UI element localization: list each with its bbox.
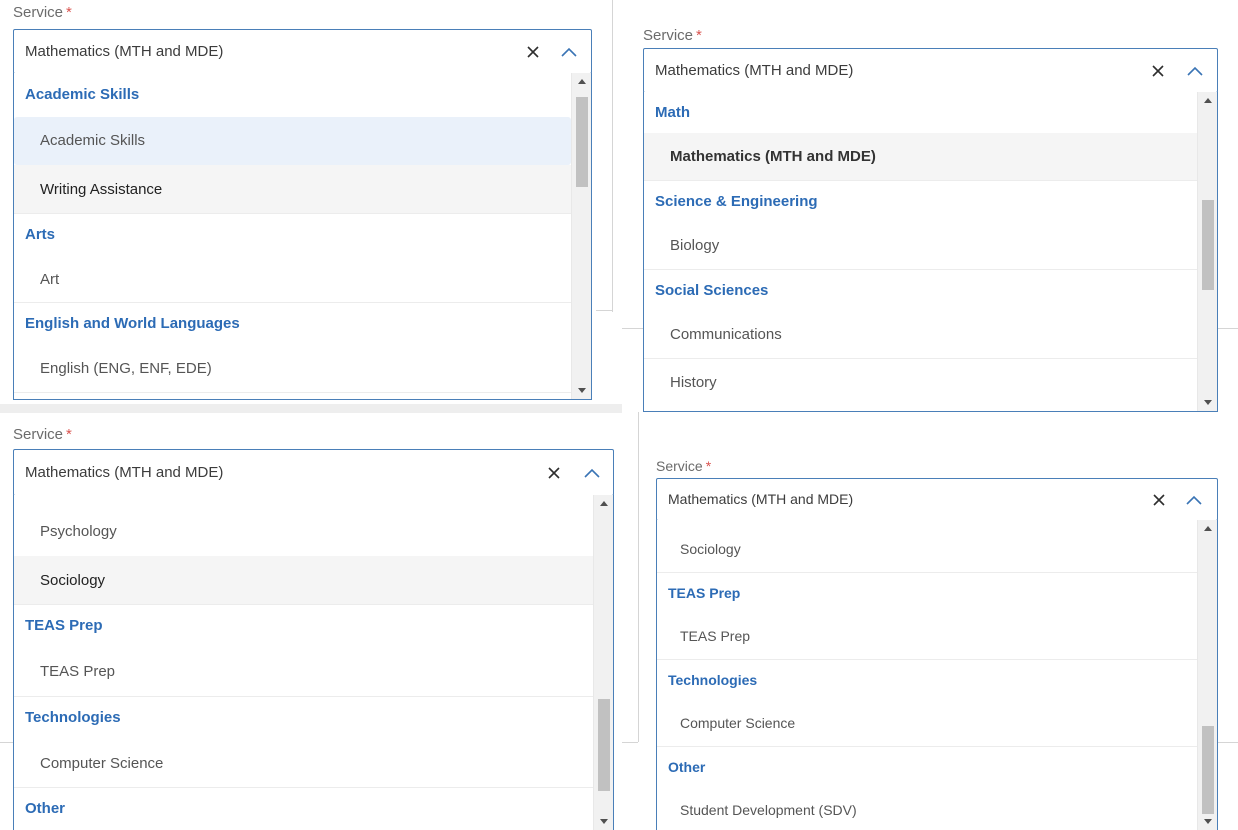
options-list: Math Mathematics (MTH and MDE) Science &… (644, 92, 1197, 407)
service-select-panel: Service * Mathematics (MTH and MDE) Acade… (13, 0, 592, 400)
selected-value: Mathematics (MTH and MDE) (668, 491, 854, 507)
service-label: Service * (13, 426, 72, 444)
option-group-heading: TEAS Prep (25, 617, 103, 634)
scrollbar-thumb[interactable] (598, 699, 610, 791)
option-group-heading: Other (668, 759, 706, 775)
option-item[interactable]: Academic Skills (14, 117, 571, 165)
option-item[interactable]: Communications (644, 311, 1197, 359)
service-select-panel: Service * Mathematics (MTH and MDE) Math … (643, 0, 1218, 412)
divider-line (0, 742, 14, 743)
service-select[interactable]: Mathematics (MTH and MDE) (656, 478, 1218, 521)
option-item[interactable]: Sociology (14, 556, 593, 605)
quadrant-gap (0, 404, 622, 413)
option-item[interactable]: Computer Science (657, 700, 1197, 747)
service-label: Service * (656, 457, 711, 475)
divider-line (622, 742, 638, 743)
option-group-heading: Arts (25, 226, 56, 243)
scrollbar[interactable] (593, 495, 613, 830)
service-label: Service * (13, 4, 72, 22)
close-icon[interactable] (1149, 49, 1167, 92)
option-item[interactable]: Sociology (657, 526, 1197, 573)
selected-value: Mathematics (MTH and MDE) (25, 43, 224, 60)
divider-line (596, 310, 612, 311)
scrollbar[interactable] (571, 73, 591, 399)
chevron-up-icon[interactable] (560, 30, 578, 73)
options-list: Psychology Sociology TEAS Prep TEAS Prep… (14, 507, 593, 830)
option-item[interactable]: Writing Assistance (14, 165, 571, 214)
options-list: Sociology TEAS Prep TEAS Prep Technologi… (657, 526, 1197, 830)
option-item[interactable]: Psychology (14, 507, 593, 556)
service-label-text: Service (13, 4, 64, 21)
option-group-heading: Academic Skills (25, 86, 140, 103)
option-group-heading: Social Sciences (655, 282, 769, 299)
close-icon[interactable] (524, 30, 542, 73)
scroll-down-arrow-icon[interactable] (1204, 819, 1212, 824)
service-label-text: Service (13, 426, 64, 443)
service-label-text: Service (656, 458, 703, 474)
service-select-panel: Service * Mathematics (MTH and MDE) Socio… (656, 413, 1218, 830)
option-item[interactable]: English (ENG, ENF, EDE) (14, 345, 571, 393)
scroll-up-arrow-icon[interactable] (578, 79, 586, 84)
option-item[interactable]: Computer Science (14, 739, 593, 788)
scroll-up-arrow-icon[interactable] (600, 501, 608, 506)
divider-line (638, 412, 639, 742)
options-list: Academic Skills Academic Skills Writing … (14, 73, 571, 393)
option-group-heading: Technologies (668, 672, 758, 688)
scrollbar[interactable] (1197, 92, 1217, 411)
options-dropdown: Sociology TEAS Prep TEAS Prep Technologi… (656, 520, 1218, 830)
scroll-down-arrow-icon[interactable] (600, 819, 608, 824)
option-item[interactable]: TEAS Prep (14, 647, 593, 697)
required-indicator: * (66, 426, 72, 443)
scroll-down-arrow-icon[interactable] (1204, 400, 1212, 405)
service-label: Service * (643, 27, 702, 45)
scrollbar-thumb[interactable] (1202, 200, 1214, 290)
option-group-heading: TEAS Prep (668, 585, 741, 601)
option-group-heading: Technologies (25, 709, 121, 726)
scroll-up-arrow-icon[interactable] (1204, 98, 1212, 103)
option-item[interactable]: Art (14, 256, 571, 303)
options-dropdown: Math Mathematics (MTH and MDE) Science &… (643, 92, 1218, 412)
service-select[interactable]: Mathematics (MTH and MDE) (13, 29, 592, 74)
scrollbar-thumb[interactable] (576, 97, 588, 187)
service-label-text: Service (643, 27, 694, 44)
divider-line (612, 0, 613, 312)
required-indicator: * (696, 27, 702, 44)
chevron-up-icon[interactable] (583, 450, 601, 495)
divider-line (1218, 742, 1238, 743)
selected-value: Mathematics (MTH and MDE) (655, 62, 854, 79)
options-dropdown: Academic Skills Academic Skills Writing … (13, 73, 592, 400)
divider-line (1218, 328, 1238, 329)
service-select[interactable]: Mathematics (MTH and MDE) (643, 48, 1218, 93)
option-group-heading: English and World Languages (25, 315, 240, 332)
required-indicator: * (66, 4, 72, 21)
option-item[interactable]: TEAS Prep (657, 613, 1197, 660)
option-group-heading: Math (655, 104, 690, 121)
selected-value: Mathematics (MTH and MDE) (25, 464, 224, 481)
option-group-heading: Other (25, 800, 66, 817)
chevron-up-icon[interactable] (1186, 49, 1204, 92)
scrollbar-thumb[interactable] (1202, 726, 1214, 814)
required-indicator: * (705, 458, 712, 474)
option-group-heading: Science & Engineering (655, 193, 818, 210)
close-icon[interactable] (1150, 479, 1168, 520)
chevron-up-icon[interactable] (1185, 479, 1203, 520)
options-dropdown: Psychology Sociology TEAS Prep TEAS Prep… (13, 495, 614, 830)
option-item[interactable]: Student Development (SDV) (657, 787, 1197, 830)
option-item[interactable]: History (644, 359, 1197, 407)
scroll-up-arrow-icon[interactable] (1204, 526, 1212, 531)
close-icon[interactable] (545, 450, 563, 495)
option-item[interactable]: Mathematics (MTH and MDE) (644, 133, 1197, 181)
scrollbar[interactable] (1197, 520, 1217, 830)
service-select-panel: Service * Mathematics (MTH and MDE) Psych… (13, 413, 614, 830)
option-item[interactable]: Biology (644, 222, 1197, 270)
service-select[interactable]: Mathematics (MTH and MDE) (13, 449, 614, 496)
scroll-down-arrow-icon[interactable] (578, 388, 586, 393)
